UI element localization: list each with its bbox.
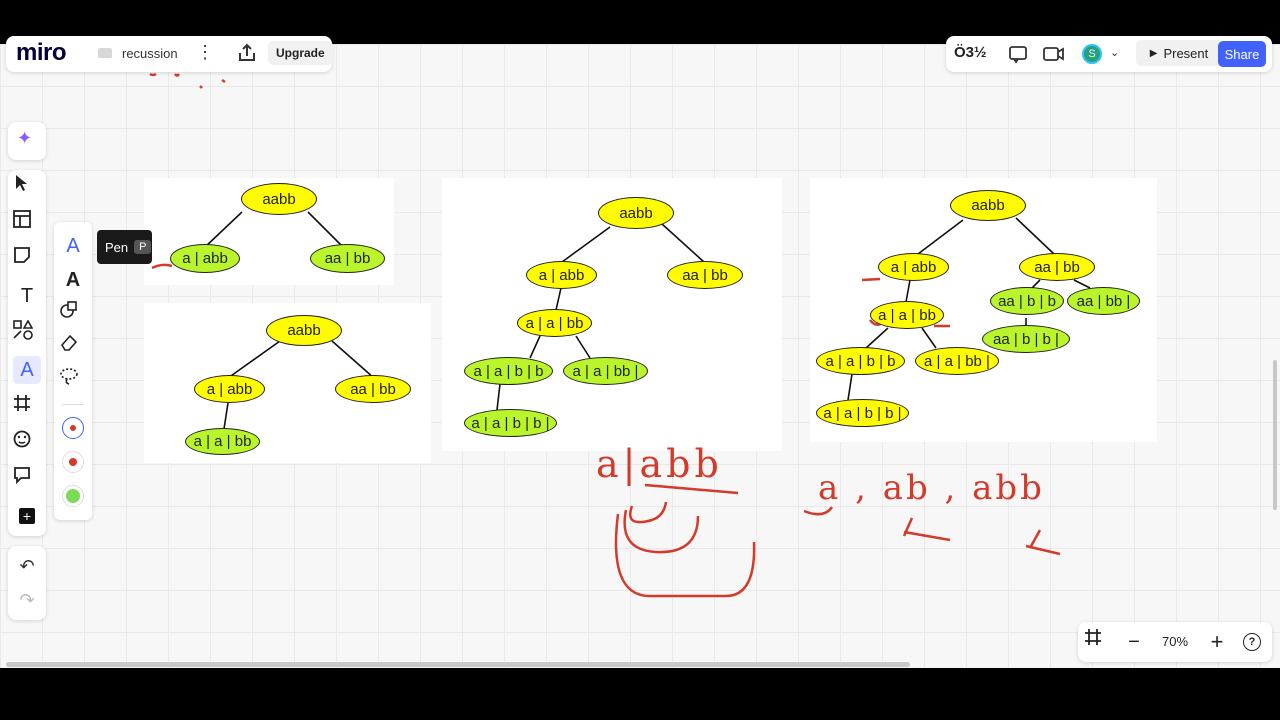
- tree-node[interactable]: a | abb: [170, 244, 240, 273]
- horizontal-scrollbar[interactable]: [6, 662, 910, 667]
- tree-node[interactable]: aa | bb: [1019, 253, 1095, 281]
- upgrade-button[interactable]: Upgrade: [268, 41, 333, 65]
- zoom-in-icon[interactable]: +: [1203, 628, 1231, 656]
- tree-node-root[interactable]: aabb: [598, 197, 674, 229]
- top-left-toolbar: miro recussion ⋮ Upgrade: [6, 36, 333, 72]
- export-icon[interactable]: [236, 42, 258, 64]
- miro-logo[interactable]: miro: [16, 39, 67, 67]
- shapes-icon[interactable]: [13, 320, 41, 348]
- fit-to-screen-icon[interactable]: [1084, 628, 1112, 656]
- sticky-note-icon[interactable]: [13, 246, 41, 274]
- undo-icon[interactable]: ↶: [13, 552, 41, 580]
- frame-tool-icon[interactable]: [13, 394, 41, 422]
- tree-node-root[interactable]: aabb: [266, 315, 342, 346]
- history-panel: ↶ ↷: [8, 546, 46, 620]
- handwriting-split-text: a|abb: [596, 442, 723, 486]
- templates-icon[interactable]: [13, 210, 41, 238]
- tree-node[interactable]: a | a | bb: [185, 428, 260, 455]
- tree-node[interactable]: a | a | bb: [517, 309, 592, 337]
- tooltip-label: Pen: [105, 239, 129, 255]
- handwriting-prefixes: a , ab , abb: [818, 468, 1045, 508]
- play-icon: ▶: [1149, 47, 1158, 59]
- tree-node-root[interactable]: aabb: [241, 183, 317, 215]
- select-cursor-icon[interactable]: [13, 174, 41, 202]
- board-name[interactable]: recussion: [122, 46, 178, 61]
- tree-node[interactable]: aa | bb |: [1067, 287, 1140, 315]
- zoom-toolbar: − 70% + ?: [1078, 622, 1272, 662]
- main-toolbar: T A +: [8, 170, 46, 536]
- tree-node[interactable]: aa | bb: [667, 261, 743, 289]
- comments-icon[interactable]: [1008, 44, 1028, 64]
- lasso-icon[interactable]: [59, 366, 87, 394]
- tree-node[interactable]: a | abb: [878, 253, 949, 281]
- text-tool-icon[interactable]: T: [13, 282, 41, 310]
- tree-node[interactable]: a | a | b | b |: [464, 409, 557, 437]
- pen-options-toolbar: A A: [54, 222, 92, 520]
- vertical-scrollbar[interactable]: [1273, 360, 1277, 510]
- video-call-icon[interactable]: [1043, 44, 1065, 64]
- zoom-level[interactable]: 70%: [1162, 634, 1188, 649]
- color-swatch-selected[interactable]: [62, 417, 84, 439]
- frame-tree-2[interactable]: aabb a | abb aa | bb a | a | bb: [144, 303, 431, 463]
- divider: [62, 404, 84, 405]
- ai-assist-panel: ✦: [8, 122, 46, 160]
- tree-node[interactable]: a | a | b | b |: [816, 399, 909, 427]
- pen-icon[interactable]: A: [59, 232, 87, 260]
- reactions-icon[interactable]: Ö3½: [954, 44, 987, 61]
- frame-tree-4[interactable]: aabb a | abb aa | bb aa | b | b aa | bb …: [810, 178, 1157, 442]
- pen-tooltip: Pen P: [97, 230, 152, 264]
- frame-tree-1[interactable]: aabb a | abb aa | bb: [144, 178, 394, 285]
- tree-node[interactable]: a | a | bb |: [915, 347, 999, 375]
- tree-node[interactable]: aa | b | b: [990, 287, 1064, 315]
- more-options-icon[interactable]: ⋮: [196, 42, 214, 62]
- smart-draw-icon[interactable]: [59, 299, 87, 327]
- avatar-initial: S: [1088, 48, 1096, 60]
- tree-node[interactable]: a | a | bb |: [563, 357, 648, 385]
- tree-node[interactable]: aa | bb: [310, 244, 385, 273]
- board-icon: [98, 48, 112, 58]
- chevron-down-icon[interactable]: ⌄: [1110, 46, 1119, 59]
- tree-node[interactable]: a | abb: [526, 261, 597, 289]
- tree-node[interactable]: aa | b | b |: [982, 325, 1070, 353]
- tree-node[interactable]: aa | bb: [335, 375, 411, 403]
- add-more-icon[interactable]: +: [13, 502, 41, 530]
- board-canvas[interactable]: aabb a | abb aa | bb aabb a | abb aa | b…: [0, 44, 1280, 668]
- comment-tool-icon[interactable]: [13, 466, 41, 494]
- sticker-icon[interactable]: [13, 430, 41, 458]
- zoom-out-icon[interactable]: −: [1120, 628, 1148, 656]
- avatar[interactable]: S: [1082, 44, 1102, 64]
- redo-icon[interactable]: ↷: [13, 586, 41, 614]
- help-icon[interactable]: ?: [1238, 628, 1266, 656]
- tree-node-root[interactable]: aabb: [950, 190, 1026, 221]
- top-right-toolbar: Ö3½ S ⌄ ▶ Present Share: [946, 36, 1272, 72]
- tooltip-shortcut: P: [134, 240, 152, 254]
- share-button[interactable]: Share: [1218, 41, 1266, 67]
- present-button[interactable]: ▶ Present: [1136, 40, 1222, 66]
- highlighter-icon[interactable]: A: [59, 266, 87, 294]
- tree-node[interactable]: a | a | b | b: [464, 357, 553, 385]
- frame-tree-3[interactable]: aabb a | abb aa | bb a | a | bb a | a | …: [442, 178, 782, 451]
- tree-node[interactable]: a | a | b | b: [816, 347, 905, 375]
- tree-node[interactable]: a | a | bb: [870, 301, 944, 329]
- eraser-icon[interactable]: [59, 332, 87, 360]
- tree-node[interactable]: a | abb: [194, 375, 265, 403]
- sparkle-icon[interactable]: ✦: [17, 128, 32, 149]
- pen-tool-icon[interactable]: A: [13, 356, 41, 384]
- color-swatch-red[interactable]: [62, 451, 84, 473]
- color-swatch-green[interactable]: [62, 485, 84, 507]
- present-label: Present: [1163, 45, 1209, 61]
